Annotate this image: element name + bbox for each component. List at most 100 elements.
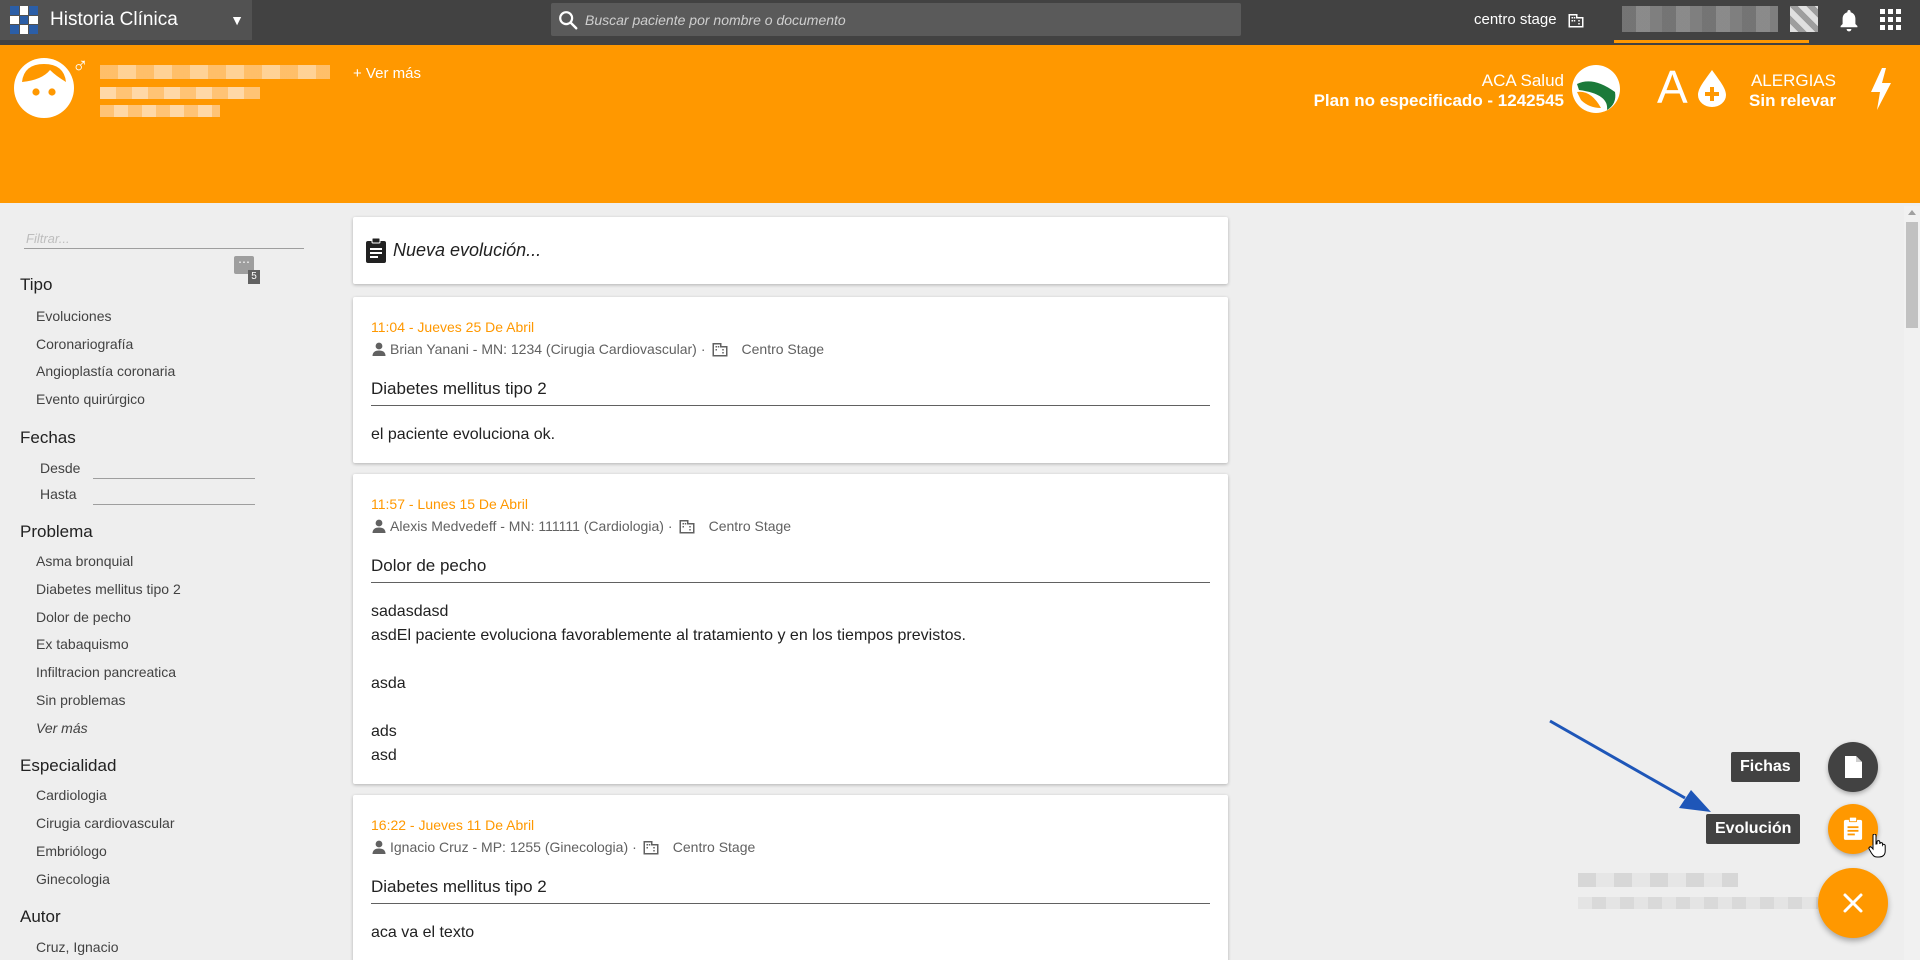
ver-mas-problemas-link[interactable]: Ver más — [36, 720, 88, 736]
evolution-center: Centro Stage — [708, 518, 792, 534]
allergies-label: ALERGIAS — [1750, 71, 1836, 90]
search-input[interactable] — [585, 11, 1205, 28]
insurance-logo-icon — [1572, 65, 1620, 113]
bell-icon[interactable] — [1837, 8, 1861, 34]
blood-group: A — [1657, 61, 1688, 113]
evolution-meta: Alexis Medvedeff - MN: 111111 (Cardiolog… — [371, 517, 791, 535]
divider — [371, 405, 1210, 406]
fichas-fab-button[interactable] — [1828, 742, 1878, 792]
divider — [371, 903, 1210, 904]
document-icon — [1845, 756, 1862, 778]
filter-item-tipo[interactable]: Evoluciones — [36, 308, 112, 324]
top-bar: Historia Clínica ▼ centro stage — [0, 0, 1920, 45]
filter-item-problema[interactable]: Sin problemas — [36, 692, 126, 708]
redacted-text — [1578, 873, 1738, 887]
evolution-author: Ignacio Cruz - MP: 1255 (Ginecologia) — [390, 839, 629, 855]
close-fab-button[interactable] — [1818, 868, 1888, 938]
evolution-text: sadasdasd asdEl paciente evoluciona favo… — [371, 603, 966, 764]
patient-avatar-icon — [14, 58, 74, 118]
desde-input[interactable] — [93, 478, 255, 479]
redacted-text — [1578, 897, 1818, 909]
section-title-tipo: Tipo — [20, 275, 53, 294]
evolution-center: Centro Stage — [672, 839, 756, 855]
evolucion-tooltip: Evolución — [1706, 814, 1801, 844]
evolution-date: 11:57 - Lunes 15 De Abril — [371, 496, 528, 512]
user-name-redacted[interactable] — [1622, 6, 1778, 32]
person-icon — [372, 519, 386, 533]
chevron-down-icon[interactable]: ▼ — [222, 12, 252, 28]
evolution-meta: Ignacio Cruz - MP: 1255 (Ginecologia) · … — [371, 838, 755, 856]
hasta-label: Hasta — [40, 486, 77, 502]
hasta-input[interactable] — [93, 504, 255, 505]
app-logo-icon — [10, 6, 38, 34]
clipboard-icon — [366, 237, 386, 263]
divider — [371, 582, 1210, 583]
apps-grid-icon[interactable] — [1880, 9, 1902, 31]
filter-item-tipo[interactable]: Coronariografía — [36, 336, 133, 352]
evolution-center: Centro Stage — [741, 341, 825, 357]
filter-item-autor[interactable]: Cruz, Ignacio — [36, 939, 118, 955]
clipboard-icon — [1843, 817, 1863, 840]
evolution-card: 11:04 - Jueves 25 De Abril Brian Yanani … — [353, 297, 1228, 463]
filter-item-tipo[interactable]: Evento quirúrgico — [36, 391, 145, 407]
building-icon — [679, 520, 695, 534]
evolution-author: Alexis Medvedeff - MN: 111111 (Cardiolog… — [390, 518, 664, 534]
user-avatar[interactable] — [1790, 6, 1818, 32]
close-icon — [1843, 893, 1863, 913]
patient-search[interactable] — [551, 3, 1241, 36]
filter-input[interactable] — [24, 229, 304, 249]
annotation-arrow — [1549, 719, 1711, 812]
evolution-text: aca va el texto — [371, 924, 475, 941]
patient-header: ♂ + Ver más ACA Salud Plan no especifica… — [0, 45, 1920, 203]
building-icon — [712, 343, 728, 357]
new-evolution-placeholder: Nueva evolución... — [393, 240, 542, 260]
scrollbar-thumb[interactable] — [1906, 222, 1918, 328]
section-title-especialidad: Especialidad — [20, 756, 117, 775]
filter-item-especialidad[interactable]: Embriólogo — [36, 843, 107, 859]
filter-item-problema[interactable]: Diabetes mellitus tipo 2 — [36, 581, 181, 597]
filter-item-problema[interactable]: Asma bronquial — [36, 553, 133, 569]
desde-label: Desde — [40, 460, 81, 476]
filter-item-problema[interactable]: Infiltracion pancreatica — [36, 664, 176, 680]
section-title-autor: Autor — [20, 907, 61, 926]
new-evolution-input[interactable]: Nueva evolución... — [353, 217, 1228, 284]
insurance-name: ACA Salud — [1481, 71, 1564, 90]
evolution-meta: Brian Yanani - MN: 1234 (Cirugia Cardiov… — [371, 340, 824, 358]
filter-item-especialidad[interactable]: Cardiologia — [36, 787, 107, 803]
fichas-tooltip: Fichas — [1731, 752, 1800, 782]
evolution-problem: Dolor de pecho — [371, 556, 487, 575]
patient-name-redacted — [100, 65, 330, 79]
evolution-author: Brian Yanani - MN: 1234 (Cirugia Cardiov… — [390, 341, 697, 357]
ver-mas-link[interactable]: + Ver más — [353, 65, 421, 82]
evolution-text: el paciente evoluciona ok. — [371, 426, 556, 443]
evolution-date: 16:22 - Jueves 11 De Abril — [371, 817, 535, 833]
filter-item-problema[interactable]: Dolor de pecho — [36, 609, 131, 625]
male-gender-icon: ♂ — [72, 53, 89, 78]
insurance-plan: Plan no especificado - 1242545 — [1313, 91, 1564, 110]
filter-item-problema[interactable]: Ex tabaquismo — [36, 636, 129, 652]
app-switcher[interactable]: Historia Clínica ▼ — [0, 0, 252, 40]
building-icon[interactable] — [1567, 11, 1585, 29]
patient-info-redacted — [100, 87, 260, 99]
person-icon — [372, 342, 386, 356]
evolution-card: 11:57 - Lunes 15 De Abril Alexis Medvede… — [353, 474, 1228, 784]
insurance-info: ACA Salud Plan no especificado - 1242545 — [1314, 71, 1564, 111]
current-center-label[interactable]: centro stage — [1474, 11, 1557, 28]
scroll-up-arrow[interactable] — [1908, 210, 1916, 215]
evolution-problem: Diabetes mellitus tipo 2 — [371, 877, 547, 896]
building-icon — [643, 841, 659, 855]
filter-item-especialidad[interactable]: Cirugia cardiovascular — [36, 815, 175, 831]
patient-id-redacted — [100, 105, 220, 117]
section-title-fechas: Fechas — [20, 428, 76, 447]
person-icon — [372, 840, 386, 854]
filter-item-especialidad[interactable]: Ginecologia — [36, 871, 110, 887]
evolution-date: 11:04 - Jueves 25 De Abril — [371, 319, 535, 335]
hand-cursor-icon — [1868, 834, 1886, 858]
evolution-card: 16:22 - Jueves 11 De Abril Ignacio Cruz … — [353, 795, 1228, 960]
allergies-value: Sin relevar — [1749, 91, 1836, 110]
allergies-info: ALERGIAS Sin relevar — [1749, 71, 1836, 111]
filter-sidebar: Tipo Evoluciones Coronariografía Angiopl… — [0, 203, 330, 960]
filter-item-tipo[interactable]: Angioplastía coronaria — [36, 363, 175, 379]
blood-drop-icon — [1698, 70, 1726, 107]
evolution-problem: Diabetes mellitus tipo 2 — [371, 379, 547, 398]
